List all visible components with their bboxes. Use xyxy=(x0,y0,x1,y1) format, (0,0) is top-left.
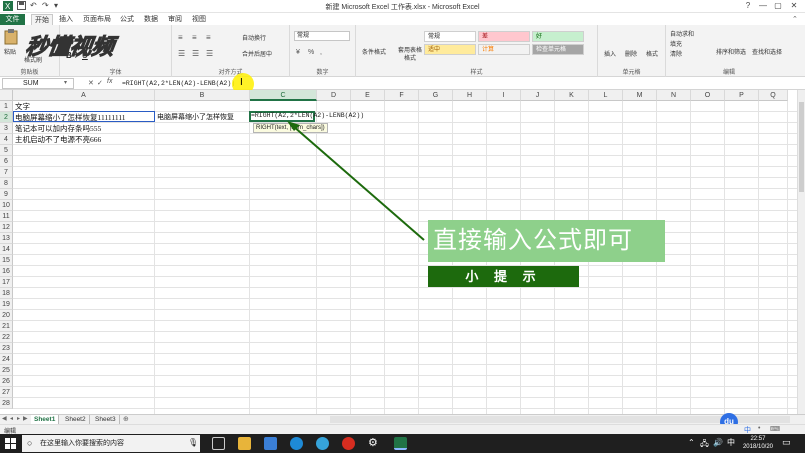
tray-up-icon[interactable]: ⌃ xyxy=(688,438,695,447)
ime-keyboard-icon[interactable]: ⌨ xyxy=(770,425,780,433)
callout-text: 直接输入公式即可 xyxy=(428,220,665,262)
clock-date: 2018/10/20 xyxy=(742,444,773,450)
prev-sheet-icon[interactable]: ◂ xyxy=(10,415,13,422)
sheet-tab-3[interactable]: Sheet3 xyxy=(92,415,120,424)
file-explorer-icon[interactable] xyxy=(238,437,251,450)
next-sheet-icon[interactable]: ▸ xyxy=(17,415,20,422)
task-view-icon[interactable] xyxy=(212,437,225,450)
taskbar: 在这里输入你要搜索的内容 ○ 🎙 ⚙ ⌃ 🖧 🔊 中 22:57 2018/10… xyxy=(0,434,805,453)
record-icon[interactable] xyxy=(342,437,355,450)
annotation-arrow xyxy=(287,121,425,241)
app-icon[interactable] xyxy=(316,437,329,450)
first-sheet-icon[interactable]: ◀ xyxy=(2,415,7,422)
network-icon[interactable]: 🖧 xyxy=(700,438,709,452)
sheet-tab-2[interactable]: Sheet2 xyxy=(62,415,90,424)
windows-start-icon[interactable] xyxy=(5,438,16,451)
clock-time: 22:57 xyxy=(750,436,766,442)
microphone-icon[interactable]: 🎙 xyxy=(188,438,198,447)
ime-taskbar-indicator[interactable]: 中 xyxy=(727,437,735,448)
new-sheet-icon[interactable]: ⊕ xyxy=(123,415,129,423)
tip-label: 小 提 示 xyxy=(428,266,579,287)
ime-punct-icon[interactable]: • xyxy=(758,425,760,432)
store-icon[interactable] xyxy=(264,437,277,450)
volume-icon[interactable]: 🔊 xyxy=(713,438,723,447)
taskbar-search-input[interactable]: 在这里输入你要搜索的内容 xyxy=(22,435,200,452)
notification-icon[interactable]: ▭ xyxy=(782,437,791,448)
sheet-tab-1[interactable]: Sheet1 xyxy=(31,415,60,424)
edge-icon[interactable] xyxy=(290,437,303,450)
settings-gear-icon[interactable]: ⚙ xyxy=(368,436,378,449)
system-clock[interactable]: 22:57 2018/10/20 xyxy=(743,435,773,451)
sheet-tabs-bar: ◀ ◂ ▸ ▶ Sheet1 Sheet2 Sheet3 ⊕ xyxy=(0,414,805,424)
search-circle-icon: ○ xyxy=(27,438,33,448)
excel-taskbar-icon[interactable] xyxy=(394,437,407,450)
status-bar: 编辑 中 • ⌨ xyxy=(0,424,805,435)
last-sheet-icon[interactable]: ▶ xyxy=(23,415,28,422)
